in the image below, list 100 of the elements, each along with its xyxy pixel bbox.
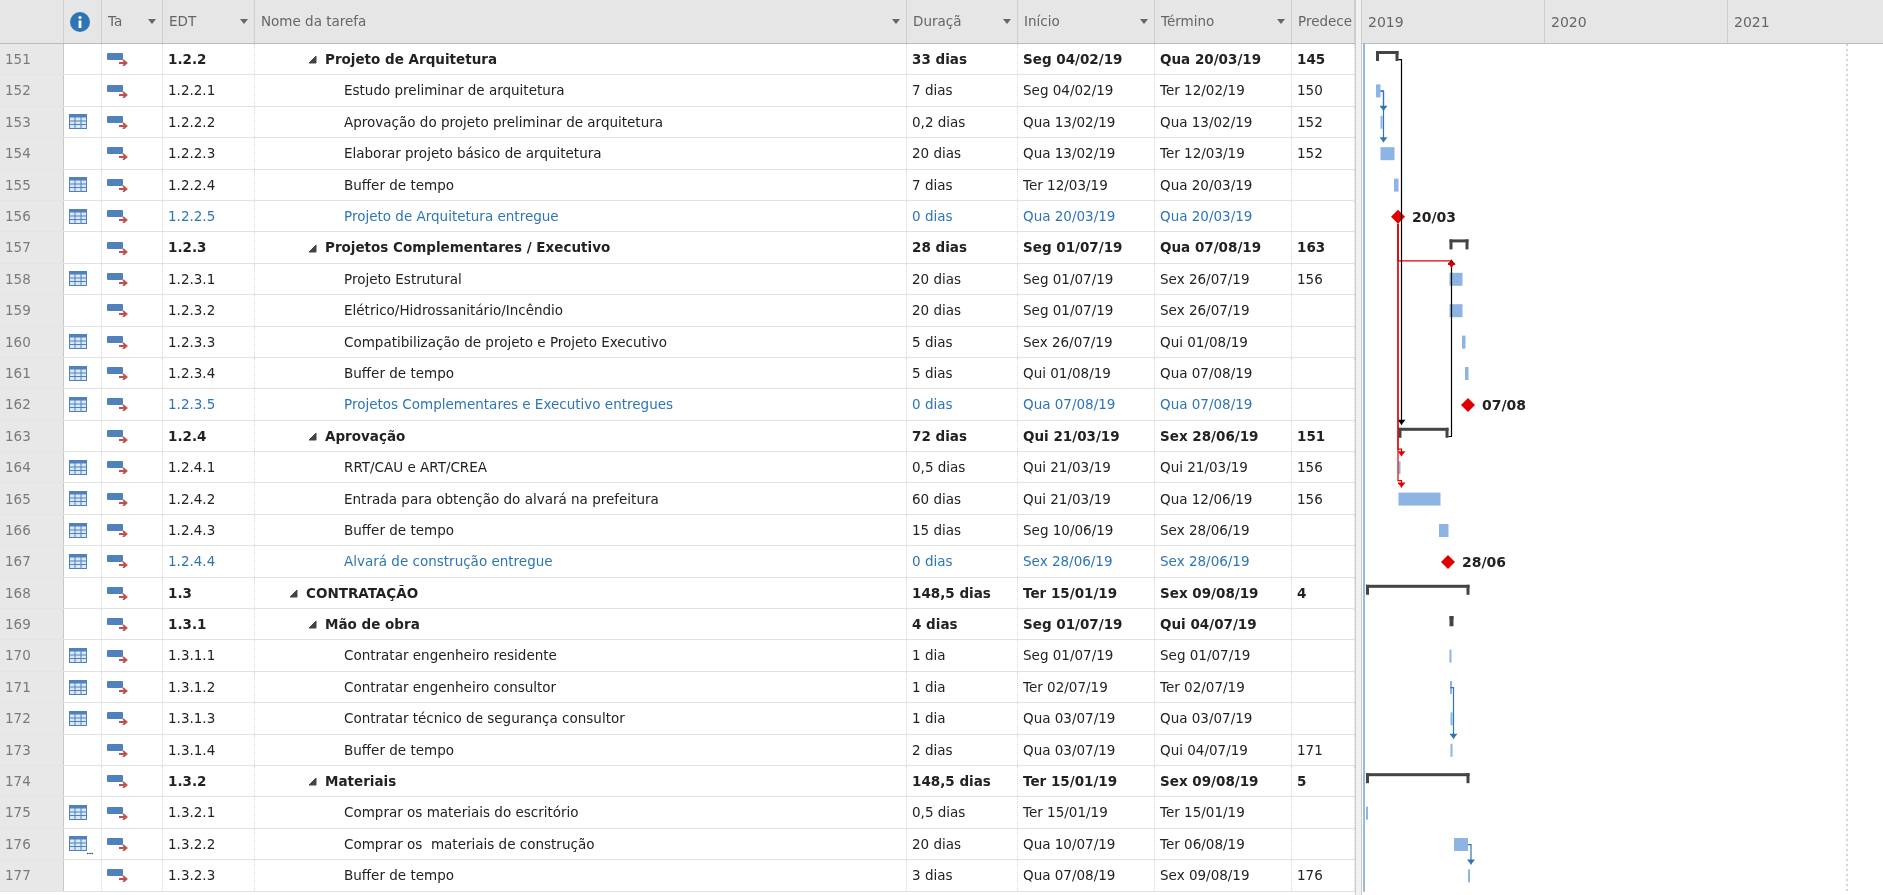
task-row[interactable]: 165 1.2.4.2 Entrada para obtenção do alvará na prefeitura 60 dias Qui 21/03/19 Qua 12/06/19 156 [0, 483, 1355, 515]
row-number: 172 [0, 703, 64, 734]
finish-date-cell: Qui 04/07/19 [1155, 734, 1292, 765]
task-row[interactable]: 176 1.3.2.2 Comprar os materiais de construção 20 dias Qua 10/07/19 Ter 06/08/19 [0, 828, 1355, 861]
column-header[interactable]: Início [1024, 11, 1060, 32]
task-row[interactable]: 162 1.2.3.5 Projetos Complementares e Executivo entregues 0 dias Qua 07/08/19 Qua 07/08/19 [0, 389, 1355, 421]
predecessor-cell-text: 163 [1297, 238, 1326, 258]
finish-date-cell: Ter 12/02/19 [1155, 75, 1292, 106]
caret-icon[interactable] [1140, 19, 1148, 24]
task-row[interactable]: 163 1.2.4 Aprovação 72 dias Qui 21/03/19 Sex 28/06/19 151 [0, 420, 1355, 453]
collapse-triangle-icon[interactable] [307, 242, 317, 253]
duration-cell: 2 dias [907, 734, 1018, 765]
task-name: Mão de obra [325, 615, 420, 635]
task-row[interactable]: 164 1.2.4.1 RRT/CAU e ART/CREA 0,5 dias Qui 21/03/19 Qui 21/03/19 156 [0, 452, 1355, 484]
task-row[interactable]: 169 1.3.1 Mão de obra 4 dias Seg 01/07/19 Qui 04/07/19 [0, 609, 1355, 641]
wbs-cell: 1.3.1.4 [163, 734, 255, 765]
column-header[interactable]: Término [1161, 11, 1215, 32]
task-row[interactable]: 173 1.3.1.4 Buffer de tempo 2 dias Qua 03/07/19 Qui 04/07/19 171 [0, 734, 1355, 766]
summary-bar [1449, 616, 1454, 627]
wbs-cell: 1.2.3.5 [163, 389, 255, 420]
task-name: Buffer de tempo [344, 520, 454, 540]
task-row[interactable]: 157 1.2.3 Projetos Complementares / Executivo 28 dias Seg 01/07/19 Qua 07/08/19 163 [0, 232, 1355, 264]
column-header[interactable]: EDT [169, 11, 197, 32]
task-bar [1450, 743, 1453, 757]
task-name: Buffer de tempo [344, 363, 454, 383]
caret-icon[interactable] [1277, 19, 1285, 24]
collapse-triangle-icon[interactable] [288, 587, 298, 598]
start-date-cell: Seg 01/07/19 [1018, 232, 1155, 263]
task-bar [1465, 367, 1469, 380]
wbs-cell: 1.2.3.1 [163, 263, 255, 295]
column-header[interactable]: Predece [1298, 11, 1353, 32]
collapse-triangle-icon[interactable] [307, 430, 317, 441]
column-header[interactable]: Ta [108, 11, 123, 32]
collapse-triangle-icon[interactable] [307, 54, 317, 65]
caret-icon[interactable] [240, 19, 248, 24]
task-mode-icon [107, 397, 129, 412]
duration-cell: 148,5 dias [907, 577, 1018, 609]
task-row[interactable]: 151 1.2.2 Projeto de Arquitetura 33 dias Seg 04/02/19 Qua 20/03/19 145 [0, 44, 1355, 76]
task-name: Alvará de construção entregue [344, 552, 553, 572]
task-bar [1449, 649, 1452, 663]
start-date-cell: Qua 03/07/19 [1018, 703, 1155, 734]
task-row[interactable]: 168 1.3 CONTRATAÇÃO 148,5 dias Ter 15/01/19 Sex 09/08/19 4 [0, 577, 1355, 610]
task-row[interactable]: 159 1.2.3.2 Elétrico/Hidrossanitário/Incêndio 20 dias Seg 01/07/19 Sex 26/07/19 [0, 295, 1355, 327]
row-number: 176 [0, 828, 64, 860]
duration-cell: 0 dias [907, 546, 1018, 577]
task-name: Buffer de tempo [344, 740, 454, 760]
duration-cell: 1 dia [907, 671, 1018, 703]
row-number: 177 [0, 860, 64, 891]
column-header[interactable]: Nome da tarefa [261, 11, 367, 32]
task-row[interactable]: 171 1.3.1.2 Contratar engenheiro consultor 1 dia Ter 02/07/19 Ter 02/07/19 [0, 671, 1355, 704]
task-name: Entrada para obtenção do alvará na prefeitura [344, 489, 659, 509]
collapse-triangle-icon[interactable] [307, 776, 317, 787]
task-mode-icon [107, 114, 129, 129]
start-date-cell: Ter 02/07/19 [1018, 671, 1155, 703]
row-number: 161 [0, 357, 64, 389]
column-header[interactable]: Duraçã [913, 11, 962, 32]
caret-icon[interactable] [148, 19, 156, 24]
task-name: Aprovação do projeto preliminar de arquitetura [344, 112, 664, 132]
task-name: Buffer de tempo [344, 175, 454, 195]
duration-cell: 7 dias [907, 75, 1018, 106]
task-mode-icon [107, 271, 129, 286]
finish-date-cell: Qua 13/02/19 [1155, 106, 1292, 138]
milestone-label: 07/08 [1482, 397, 1527, 414]
milestone-diamond [1391, 209, 1405, 224]
task-bar [1380, 147, 1395, 161]
task-name: Projeto Estrutural [344, 269, 462, 289]
task-name: Aprovação [325, 426, 406, 446]
finish-date-cell: Seg 01/07/19 [1155, 640, 1292, 671]
collapse-triangle-icon[interactable] [307, 619, 317, 630]
task-row[interactable]: 175 1.3.2.1 Comprar os materiais do escritório 0,5 dias Ter 15/01/19 Ter 15/01/19 [0, 797, 1355, 829]
wbs-cell: 1.3.2.1 [163, 797, 255, 828]
wbs-cell: 1.2.4.4 [163, 546, 255, 577]
predecessor-cell-text: 152 [1297, 112, 1323, 132]
task-row[interactable]: 161 1.2.3.4 Buffer de tempo 5 dias Qui 01/08/19 Qua 07/08/19 [0, 357, 1355, 390]
task-row[interactable]: 166 1.2.4.3 Buffer de tempo 15 dias Seg 10/06/19 Sex 28/06/19 [0, 514, 1355, 547]
task-row[interactable]: 155 1.2.2.4 Buffer de tempo 7 dias Ter 12/03/19 Qua 20/03/19 [0, 169, 1355, 201]
task-row[interactable]: 177 1.3.2.3 Buffer de tempo 3 dias Qua 07/08/19 Sex 09/08/19 176 [0, 860, 1355, 892]
predecessor-cell-text: 156 [1297, 269, 1323, 289]
task-row[interactable]: 152 1.2.2.1 Estudo preliminar de arquitetura 7 dias Seg 04/02/19 Ter 12/02/19 150 [0, 75, 1355, 107]
task-row[interactable]: 170 1.3.1.1 Contratar engenheiro residente 1 dia Seg 01/07/19 Seg 01/07/19 [0, 640, 1355, 672]
predecessor-cell-text: 5 [1297, 772, 1307, 792]
task-row[interactable]: 167 1.2.4.4 Alvará de construção entregue 0 dias Sex 28/06/19 Sex 28/06/19 [0, 546, 1355, 578]
summary-bar [1398, 427, 1449, 438]
dependency-arrow [1467, 844, 1475, 865]
task-row[interactable]: 160 1.2.3.3 Compatibilização de projeto e Projeto Executivo 5 dias Sex 26/07/19 Qui 01/08/19 [0, 326, 1355, 358]
duration-cell: 28 dias [907, 232, 1018, 263]
task-row[interactable]: 156 1.2.2.5 Projeto de Arquitetura entregue 0 dias Qua 20/03/19 Qua 20/03/19 [0, 200, 1355, 233]
task-mode-icon [107, 585, 129, 600]
task-row[interactable]: 153 1.2.2.2 Aprovação do projeto preliminar de arquitetura 0,2 dias Qua 13/02/19 Qua 13/02/19 152 [0, 106, 1355, 139]
caret-icon[interactable] [1003, 19, 1011, 24]
finish-date-cell: Qui 04/07/19 [1155, 609, 1292, 640]
task-mode-icon [107, 83, 129, 98]
finish-date-cell: Qua 07/08/19 [1155, 389, 1292, 420]
row-number: 164 [0, 452, 64, 483]
caret-icon[interactable] [892, 19, 900, 24]
task-row[interactable]: 174 1.3.2 Materiais 148,5 dias Ter 15/01/19 Sex 09/08/19 5 [0, 766, 1355, 798]
task-row[interactable]: 154 1.2.2.3 Elaborar projeto básico de arquitetura 20 dias Qua 13/02/19 Ter 12/03/19 152 [0, 138, 1355, 170]
task-row[interactable]: 172 1.3.1.3 Contratar técnico de segurança consultor 1 dia Qua 03/07/19 Qua 03/07/19 [0, 703, 1355, 735]
duration-cell: 0 dias [907, 200, 1018, 232]
task-row[interactable]: 158 1.2.3.1 Projeto Estrutural 20 dias Seg 01/07/19 Sex 26/07/19 156 [0, 263, 1355, 296]
